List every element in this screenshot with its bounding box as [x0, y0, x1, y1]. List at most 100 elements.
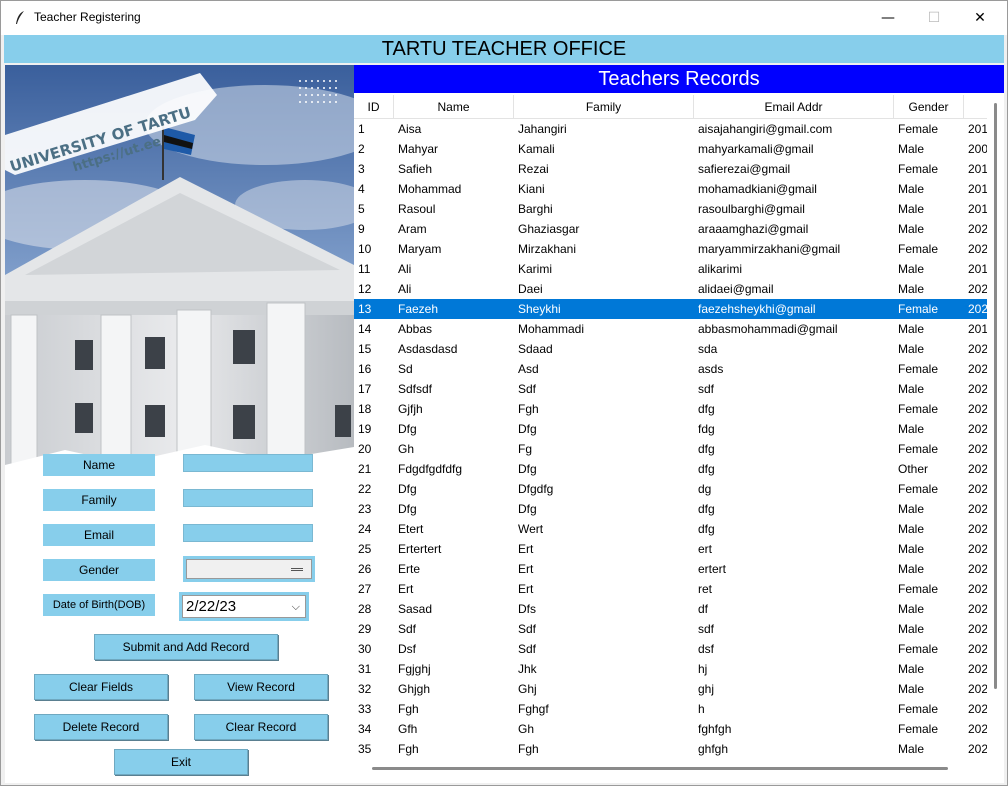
cell-gender: Male: [898, 282, 925, 296]
column-header-gender[interactable]: Gender: [894, 95, 964, 119]
cell-email: sda: [698, 342, 718, 356]
table-row[interactable]: 29 Sdf Sdf sdf Male 202: [354, 619, 987, 639]
table-row[interactable]: 24 Etert Wert dfg Male 202: [354, 519, 987, 539]
cell-dob: 202: [968, 302, 987, 316]
table-row[interactable]: 32 Ghjgh Ghj ghj Male 202: [354, 679, 987, 699]
dob-field[interactable]: 2/22/23 ⌵: [182, 595, 306, 618]
table-row[interactable]: 19 Dfg Dfg fdg Male 202: [354, 419, 987, 439]
cell-gender: Male: [898, 662, 925, 676]
cell-gender: Male: [898, 502, 925, 516]
cell-id: 28: [358, 602, 372, 616]
table-row[interactable]: 3 Safieh Rezai safierezai@gmail Female 201: [354, 159, 987, 179]
cell-gender: Female: [898, 482, 939, 496]
column-header-name[interactable]: Name: [394, 95, 514, 119]
cell-name: Sdfsdf: [398, 382, 433, 396]
vertical-scroll-thumb[interactable]: [994, 103, 997, 689]
cell-name: Fgjghj: [398, 662, 431, 676]
cell-dob: 202: [968, 422, 987, 436]
dob-picker[interactable]: 2/22/23 ⌵: [179, 592, 309, 621]
maximize-button[interactable]: ☐: [911, 1, 957, 35]
cell-gender: Female: [898, 582, 939, 596]
column-header-dob[interactable]: [964, 95, 987, 119]
gender-select[interactable]: [183, 556, 315, 582]
close-button[interactable]: ✕: [957, 1, 1003, 35]
family-field[interactable]: [183, 489, 313, 507]
table-row[interactable]: 34 Gfh Gh fghfgh Female 202: [354, 719, 987, 739]
cell-name: Gh: [398, 442, 415, 456]
cell-dob: 202: [968, 482, 987, 496]
cell-dob: 202: [968, 382, 987, 396]
view-record-button[interactable]: View Record: [194, 674, 328, 700]
table-row[interactable]: 15 Asdasdasd Sdaad sda Male 202: [354, 339, 987, 359]
table-row[interactable]: 10 Maryam Mirzakhani maryammirzakhani@gmail…: [354, 239, 987, 259]
table-row[interactable]: 9 Aram Ghaziasgar araaamghazi@gmail Male 202: [354, 219, 987, 239]
cell-name: Etert: [398, 522, 424, 536]
cell-family: Daei: [518, 282, 543, 296]
cell-family: Dfg: [518, 502, 537, 516]
records-panel: Teachers Records ID Name Family Email Ad…: [354, 65, 1004, 783]
table-row[interactable]: 20 Gh Fg dfg Female 202: [354, 439, 987, 459]
column-header-family[interactable]: Family: [514, 95, 694, 119]
table-row[interactable]: 22 Dfg Dfgdfg dg Female 202: [354, 479, 987, 499]
cell-id: 26: [358, 562, 372, 576]
table-row[interactable]: 17 Sdfsdf Sdf sdf Male 202: [354, 379, 987, 399]
cell-gender: Male: [898, 742, 925, 756]
cell-name: Sdf: [398, 622, 417, 636]
vertical-scrollbar[interactable]: [990, 95, 1002, 759]
table-row[interactable]: 21 Fdgdfgdfdfg Dfg dfg Other 202: [354, 459, 987, 479]
cell-id: 2: [358, 142, 365, 156]
table-row[interactable]: 2 Mahyar Kamali mahyarkamali@gmail Male 200: [354, 139, 987, 159]
table-row[interactable]: 16 Sd Asd asds Female 202: [354, 359, 987, 379]
cell-gender: Male: [898, 342, 925, 356]
cell-id: 22: [358, 482, 372, 496]
column-header-email[interactable]: Email Addr: [694, 95, 894, 119]
table-row[interactable]: 12 Ali Daei alidaei@gmail Male 202: [354, 279, 987, 299]
cell-gender: Male: [898, 422, 925, 436]
name-field[interactable]: [183, 454, 313, 472]
exit-button[interactable]: Exit: [114, 749, 248, 775]
chevron-down-icon[interactable]: ⌵: [292, 597, 300, 618]
table-row[interactable]: 26 Erte Ert ertert Male 202: [354, 559, 987, 579]
records-title: Teachers Records: [354, 65, 1004, 93]
cell-id: 16: [358, 362, 372, 376]
delete-record-button[interactable]: Delete Record: [34, 714, 168, 740]
clear-fields-button[interactable]: Clear Fields: [34, 674, 168, 700]
cell-id: 10: [358, 242, 372, 256]
horizontal-scroll-thumb[interactable]: [372, 767, 948, 770]
table-row[interactable]: 30 Dsf Sdf dsf Female 202: [354, 639, 987, 659]
cell-id: 24: [358, 522, 372, 536]
table-row[interactable]: 4 Mohammad Kiani mohamadkiani@gmail Male 201: [354, 179, 987, 199]
cell-family: Jahangiri: [518, 122, 567, 136]
title-bar[interactable]: Teacher Registering — ☐ ✕: [1, 1, 1007, 35]
table-row[interactable]: 31 Fgjghj Jhk hj Male 202: [354, 659, 987, 679]
table-row[interactable]: 28 Sasad Dfs df Male 202: [354, 599, 987, 619]
clear-record-button[interactable]: Clear Record: [194, 714, 328, 740]
table-row[interactable]: 23 Dfg Dfg dfg Male 202: [354, 499, 987, 519]
email-field[interactable]: [183, 524, 313, 542]
cell-family: Kiani: [518, 182, 545, 196]
table-row[interactable]: 14 Abbas Mohammadi abbasmohammadi@gmail Male…: [354, 319, 987, 339]
table-row[interactable]: 27 Ert Ert ret Female 202: [354, 579, 987, 599]
cell-name: Aram: [398, 222, 427, 236]
table-row[interactable]: 5 Rasoul Barghi rasoulbarghi@gmail Male 201: [354, 199, 987, 219]
submit-button[interactable]: Submit and Add Record: [94, 634, 278, 660]
table-row[interactable]: 33 Fgh Fghgf h Female 202: [354, 699, 987, 719]
table-row[interactable]: 1 Aisa Jahangiri aisajahangiri@gmail.com Fem…: [354, 119, 987, 139]
app-window: Teacher Registering — ☐ ✕ TARTU TEACHER …: [0, 0, 1008, 786]
cell-id: 12: [358, 282, 372, 296]
records-table[interactable]: ID Name Family Email Addr Gender 1 Aisa Ja…: [354, 95, 987, 759]
cell-name: Sd: [398, 362, 413, 376]
cell-gender: Female: [898, 242, 939, 256]
table-row[interactable]: 11 Ali Karimi alikarimi Male 201: [354, 259, 987, 279]
table-row[interactable]: 35 Fgh Fgh ghfgh Male 202: [354, 739, 987, 759]
cell-email: abbasmohammadi@gmail: [698, 322, 838, 336]
cell-email: safierezai@gmail: [698, 162, 791, 176]
cell-name: Faezeh: [398, 302, 439, 316]
table-row[interactable]: 13 Faezeh Sheykhi faezehsheykhi@gmail Female…: [354, 299, 987, 319]
table-row[interactable]: 18 Gjfjh Fgh dfg Female 202: [354, 399, 987, 419]
horizontal-scrollbar[interactable]: [354, 761, 988, 775]
minimize-button[interactable]: —: [865, 1, 911, 35]
table-row[interactable]: 25 Ertertert Ert ert Male 202: [354, 539, 987, 559]
gender-select-box[interactable]: [186, 559, 312, 579]
column-header-id[interactable]: ID: [354, 95, 394, 119]
